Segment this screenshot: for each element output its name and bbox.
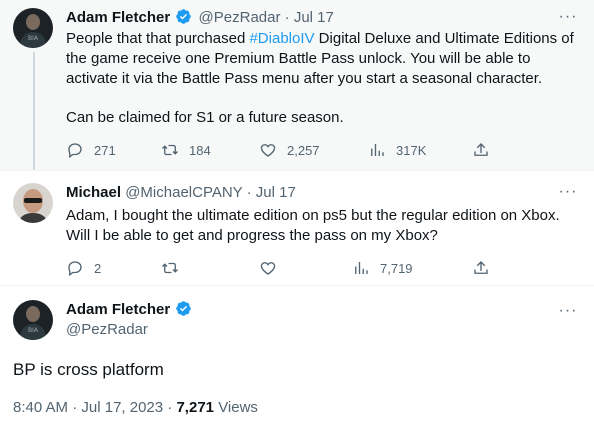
svg-text:BIA: BIA [28,327,39,334]
post-time[interactable]: 8:40 AM [13,399,68,416]
like-button[interactable]: 2,257 [259,141,320,159]
retweet-count: 184 [189,142,211,158]
tweet-text: People that that purchased #DiabloIV Dig… [66,29,582,89]
more-icon[interactable]: ··· [558,9,578,30]
author-handle[interactable]: @PezRadar [199,9,281,26]
retweet-button[interactable]: 184 [161,141,211,159]
view-count: 317K [396,142,427,158]
reply-button[interactable]: 2 [66,259,101,277]
views-button[interactable]: 7,719 [352,259,413,277]
share-button[interactable] [472,141,490,159]
share-icon [474,143,488,156]
author-name[interactable]: Adam Fletcher [66,9,170,26]
views-button[interactable]: 317K [368,141,426,159]
like-icon [260,144,276,157]
separator: · [246,184,252,201]
author-name[interactable]: Adam Fletcher [66,301,170,318]
share-button[interactable] [472,259,490,277]
avatar-adam-fletcher[interactable]: BIA [13,8,53,48]
reply-count: 2 [94,260,102,276]
action-bar: 2 7,719 [66,259,496,279]
more-icon[interactable]: ··· [558,303,578,324]
reply-count: 271 [94,142,116,158]
timestamp[interactable]: Jul 17 [294,9,334,26]
views-label: Views [218,399,258,416]
author-handle[interactable]: @MichaelCPANY [125,184,242,201]
like-button[interactable] [259,259,277,277]
tweet-main: BIA Adam Fletcher @PezRadar ··· BP is cr… [0,286,594,428]
like-count: 2,257 [287,142,320,158]
action-bar: 271 184 2,257 317K [66,141,496,161]
svg-text:BIA: BIA [28,35,39,42]
separator: · [72,399,78,416]
like-icon [260,262,276,275]
tweet-text: BP is cross platform [13,360,164,379]
avatar-michael[interactable] [13,183,53,223]
tweet-header: Michael @MichaelCPANY · Jul 17 [66,183,296,203]
retweet-icon [162,262,178,274]
verified-icon [175,8,192,31]
tweet-meta: 8:40 AM · Jul 17, 2023 · 7,271 Views [13,398,258,418]
tweet-text-second: Can be claimed for S1 or a future season… [66,109,344,126]
hashtag-link[interactable]: #DiabloIV [249,30,314,47]
tweet-header: Adam Fletcher @PezRadar · Jul 17 [66,8,334,31]
separator: · [284,9,290,26]
views-icon [371,144,384,156]
separator: · [167,399,173,416]
tweet-adam-1[interactable]: BIA Adam Fletcher @PezRadar · Jul 17 ···… [0,0,594,170]
post-date[interactable]: Jul 17, 2023 [81,399,163,416]
reply-icon [68,143,82,159]
reply-icon [68,261,82,277]
more-icon[interactable]: ··· [558,184,578,205]
timestamp[interactable]: Jul 17 [256,184,296,201]
tweet-text: Adam, I bought the ultimate edition on p… [66,207,560,244]
views-count: 7,271 [176,399,215,416]
tweet-text-part: People that that purchased [66,30,250,47]
retweet-button[interactable] [161,259,179,277]
thread-line [33,52,35,170]
view-count: 7,719 [380,260,413,276]
views-icon [355,262,368,274]
author-handle[interactable]: @PezRadar [66,320,148,340]
reply-button[interactable]: 271 [66,141,116,159]
author-name[interactable]: Michael [66,184,121,201]
verified-icon [175,300,192,323]
retweet-icon [162,144,178,156]
share-icon [474,261,488,274]
avatar-adam-fletcher[interactable]: BIA [13,300,53,340]
tweet-michael[interactable]: Michael @MichaelCPANY · Jul 17 ··· Adam,… [0,170,594,286]
